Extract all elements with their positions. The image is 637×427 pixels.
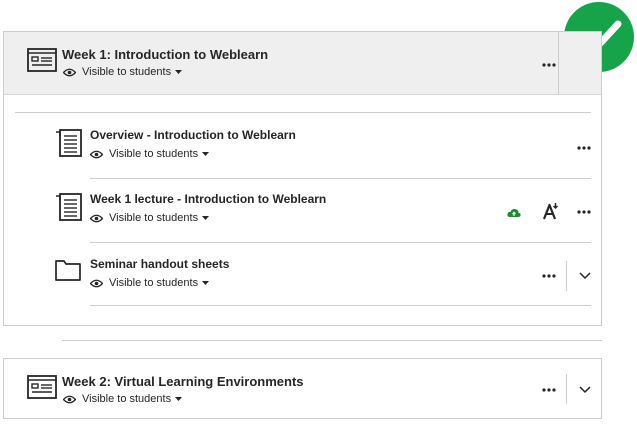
module-header[interactable]: Week 1: Introduction to Weblearn Visible… xyxy=(4,32,601,95)
visibility-label: Visible to students xyxy=(109,277,199,289)
divider xyxy=(62,340,602,341)
divider xyxy=(90,178,591,179)
module-week-1: Week 1: Introduction to Weblearn Visible… xyxy=(3,31,602,326)
eye-icon xyxy=(63,395,76,403)
visibility-label: Visible to students xyxy=(82,393,172,405)
item-divider xyxy=(566,261,567,291)
list-item[interactable]: Seminar handout sheets Visible to studen… xyxy=(4,249,601,313)
caret-down-icon xyxy=(175,397,183,401)
cloud-upload-icon[interactable] xyxy=(507,208,521,218)
caret-down-icon xyxy=(175,70,183,74)
caret-down-icon xyxy=(202,152,210,156)
chevron-down-icon[interactable] xyxy=(579,386,591,394)
module-title[interactable]: Week 2: Virtual Learning Environments xyxy=(62,374,304,389)
document-icon xyxy=(56,129,82,157)
eye-icon xyxy=(90,279,103,287)
item-title[interactable]: Seminar handout sheets xyxy=(90,257,229,271)
more-options-icon[interactable] xyxy=(542,274,556,278)
header-divider xyxy=(558,32,559,94)
item-title[interactable]: Week 1 lecture - Introduction to Weblear… xyxy=(90,192,326,206)
document-icon xyxy=(56,193,82,221)
chevron-down-icon[interactable] xyxy=(579,272,591,280)
accessibility-icon[interactable] xyxy=(542,202,559,220)
divider xyxy=(90,305,591,306)
visibility-label: Visible to students xyxy=(109,148,199,160)
visibility-label: Visible to students xyxy=(82,66,172,78)
eye-icon xyxy=(63,68,76,76)
caret-down-icon xyxy=(202,281,210,285)
visibility-dropdown[interactable]: Visible to students xyxy=(90,148,210,160)
module-week-2: Week 2: Virtual Learning Environments Vi… xyxy=(3,358,602,419)
list-item[interactable]: Week 1 lecture - Introduction to Weblear… xyxy=(4,184,601,248)
divider xyxy=(15,112,591,113)
eye-icon xyxy=(90,214,103,222)
more-options-icon[interactable] xyxy=(542,63,556,67)
module-title[interactable]: Week 1: Introduction to Weblearn xyxy=(62,47,268,62)
more-options-icon[interactable] xyxy=(577,146,591,150)
module-icon xyxy=(27,375,57,399)
module-header[interactable]: Week 2: Virtual Learning Environments Vi… xyxy=(4,359,601,418)
more-options-icon[interactable] xyxy=(542,388,556,392)
divider xyxy=(90,242,591,243)
folder-icon xyxy=(55,260,81,281)
module-icon xyxy=(27,48,57,72)
list-item[interactable]: Overview - Introduction to Weblearn Visi… xyxy=(4,120,601,184)
visibility-label: Visible to students xyxy=(109,212,199,224)
item-title[interactable]: Overview - Introduction to Weblearn xyxy=(90,128,296,142)
visibility-dropdown[interactable]: Visible to students xyxy=(63,393,183,405)
eye-icon xyxy=(90,150,103,158)
visibility-dropdown[interactable]: Visible to students xyxy=(90,277,210,289)
visibility-dropdown[interactable]: Visible to students xyxy=(63,66,183,78)
header-divider xyxy=(566,374,567,404)
caret-down-icon xyxy=(202,216,210,220)
visibility-dropdown[interactable]: Visible to students xyxy=(90,212,210,224)
more-options-icon[interactable] xyxy=(577,210,591,214)
